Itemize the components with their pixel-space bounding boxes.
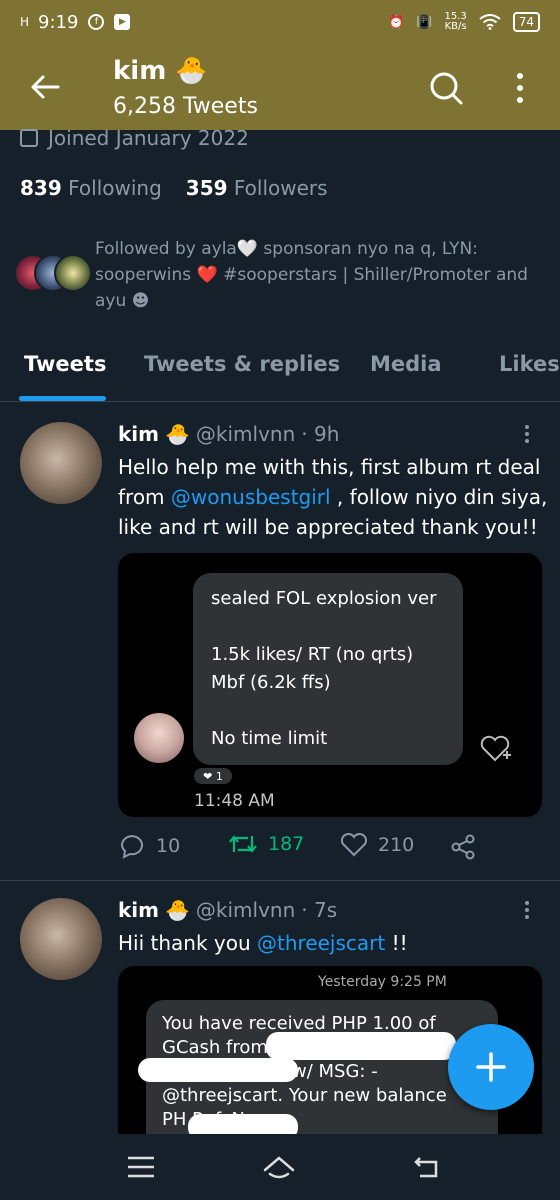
reaction-badge: ❤ 1 <box>194 768 232 784</box>
back-icon[interactable] <box>410 1152 444 1182</box>
reply-icon <box>120 835 143 859</box>
tab-tweets[interactable]: Tweets <box>24 352 106 376</box>
retweet-icon <box>229 835 257 853</box>
system-navigation-bar <box>0 1134 560 1200</box>
reply-button[interactable]: 10 <box>118 832 180 860</box>
followed-by-text[interactable]: Followed by ayla🤍 sponsoran nyo na q, LY… <box>95 236 545 314</box>
mutual-followers-avatars <box>14 254 94 294</box>
followers-link[interactable]: 359 Followers <box>186 176 328 200</box>
tweet-header: kim 🐣 @kimlvnn · 7s <box>118 898 338 922</box>
plus-icon <box>476 1052 506 1082</box>
message-time: 11:48 AM <box>194 791 275 811</box>
search-icon[interactable] <box>428 70 464 106</box>
tab-likes[interactable]: Likes <box>499 352 560 376</box>
more-options-icon[interactable] <box>505 70 535 106</box>
follow-stats: 839 Following 359 Followers <box>20 176 328 200</box>
tweet-text: Hello help me with this, first album rt … <box>118 455 548 539</box>
avatar[interactable] <box>20 898 102 980</box>
tweet-actions: 10 187 210 <box>118 832 538 862</box>
header-tweet-count: 6,258 Tweets <box>113 94 258 119</box>
redaction-mark <box>138 1058 298 1082</box>
retweet-button[interactable]: 187 <box>228 832 304 856</box>
header-name: kim 🐣 <box>113 56 208 86</box>
menu-icon[interactable] <box>124 1152 158 1182</box>
youtube-notification-icon: ▶ <box>114 14 131 30</box>
tweet-divider <box>0 880 560 881</box>
active-tab-indicator <box>19 396 106 401</box>
calendar-icon <box>20 129 38 147</box>
message-sender-avatar <box>134 713 184 763</box>
tweet-media-image[interactable]: sealed FOL explosion ver 1.5k likes/ RT … <box>118 553 542 817</box>
vibrate-icon: 📳 <box>416 14 433 30</box>
tweet-header: kim 🐣 @kimlvnn · 9h <box>118 422 340 446</box>
tab-tweets-replies[interactable]: Tweets & replies <box>144 352 340 376</box>
signal-indicator: H <box>20 15 29 29</box>
alarm-icon: ⏰ <box>388 14 405 30</box>
profile-header: kim 🐣 6,258 Tweets <box>0 44 560 130</box>
battery-indicator: 74 <box>512 12 540 32</box>
following-link[interactable]: 839 Following <box>20 176 162 200</box>
avatar <box>54 254 92 292</box>
heart-icon <box>340 832 368 857</box>
tab-media[interactable]: Media <box>370 352 442 376</box>
tweet-more-icon[interactable] <box>520 900 534 920</box>
tweet-more-icon[interactable] <box>520 424 534 444</box>
joined-date: Joined January 2022 <box>20 126 249 150</box>
status-bar: H 9:19 f ▶ ⏰ 📳 15.3 KB/s 74 <box>0 0 560 44</box>
redaction-mark <box>266 1032 456 1060</box>
profile-tabs: Tweets Tweets & replies Media Likes <box>0 336 560 402</box>
message-time: Yesterday 9:25 PM <box>318 974 447 990</box>
heart-plus-icon <box>480 735 511 762</box>
facebook-notification-icon: f <box>88 14 105 30</box>
compose-tweet-button[interactable] <box>448 1024 534 1110</box>
back-arrow-icon[interactable] <box>28 70 62 104</box>
avatar[interactable] <box>20 422 102 504</box>
tweet-text: Hii thank you @threejscart !! <box>118 931 408 955</box>
like-button[interactable]: 210 <box>340 832 414 858</box>
mention-link[interactable]: @wonusbestgirl <box>171 485 331 509</box>
home-icon[interactable] <box>262 1152 296 1182</box>
wifi-icon <box>479 14 501 30</box>
message-bubble: sealed FOL explosion ver 1.5k likes/ RT … <box>193 573 463 765</box>
network-speed: 15.3 KB/s <box>444 11 467 32</box>
share-icon[interactable] <box>450 834 476 860</box>
mention-link[interactable]: @threejscart <box>257 931 385 955</box>
clock: 9:19 <box>38 11 79 33</box>
